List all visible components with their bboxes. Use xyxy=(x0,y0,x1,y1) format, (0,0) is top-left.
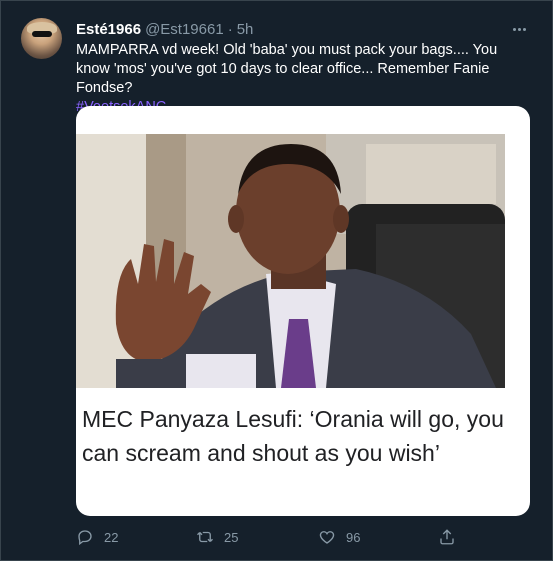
share-icon xyxy=(440,529,454,545)
avatar[interactable] xyxy=(21,18,62,59)
share-button[interactable] xyxy=(438,528,456,546)
like-count: 96 xyxy=(346,529,361,545)
reply-count: 22 xyxy=(104,529,119,545)
like-button[interactable]: 96 xyxy=(318,528,360,546)
more-options-icon[interactable] xyxy=(510,20,528,38)
heart-icon xyxy=(319,531,335,544)
retweet-count: 25 xyxy=(224,529,239,545)
tweet[interactable]: Esté1966 @Est19661 · 5h MAMPARRA vd week… xyxy=(0,0,553,561)
avatar-sunglasses xyxy=(32,31,52,37)
media-card[interactable]: MEC Panyaza Lesufi: ‘Orania will go, you… xyxy=(76,106,530,516)
tweet-body: MAMPARRA vd week! Old 'baba' you must pa… xyxy=(76,42,498,96)
separator-dot: · xyxy=(227,20,233,38)
user-handle[interactable]: @Est19661 xyxy=(145,21,224,38)
tweet-header: Esté1966 @Est19661 · 5h xyxy=(76,20,253,38)
reply-button[interactable]: 22 xyxy=(76,528,118,546)
retweet-icon xyxy=(197,531,213,543)
photo-illustration xyxy=(76,134,505,388)
reply-icon xyxy=(78,530,92,546)
display-name[interactable]: Esté1966 xyxy=(76,21,141,38)
timestamp[interactable]: 5h xyxy=(237,21,254,38)
news-photo[interactable] xyxy=(76,134,505,388)
retweet-button[interactable]: 25 xyxy=(196,528,238,546)
card-headline[interactable]: MEC Panyaza Lesufi: ‘Orania will go, you… xyxy=(82,402,522,470)
tweet-actions: 22 25 96 xyxy=(76,528,476,548)
